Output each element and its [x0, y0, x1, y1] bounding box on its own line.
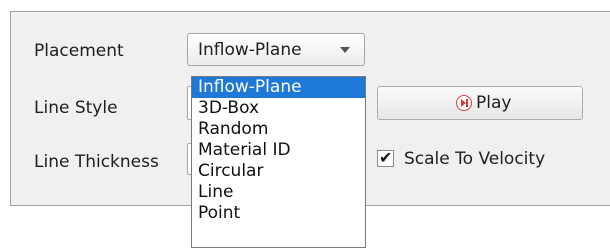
- placement-select[interactable]: Inflow-Plane: [187, 33, 365, 66]
- play-button-label: Play: [476, 93, 512, 113]
- placement-option-random[interactable]: Random: [192, 119, 365, 140]
- placement-option-line[interactable]: Line: [192, 182, 365, 203]
- scale-to-velocity-checkbox[interactable]: ✔: [377, 148, 394, 167]
- scale-to-velocity-label[interactable]: Scale To Velocity: [404, 149, 545, 169]
- placement-select-value: Inflow-Plane: [198, 40, 302, 60]
- placement-option-circular[interactable]: Circular: [192, 161, 365, 182]
- line-style-label: Line Style: [34, 98, 118, 118]
- checkmark-icon: ✔: [379, 148, 393, 167]
- placement-option-3d-box[interactable]: 3D-Box: [192, 98, 365, 119]
- line-thickness-label: Line Thickness: [34, 152, 159, 172]
- play-button[interactable]: Play: [377, 86, 583, 120]
- placement-option-point[interactable]: Point: [192, 203, 365, 224]
- play-pause-icon: [456, 95, 472, 111]
- placement-label: Placement: [34, 41, 124, 61]
- placement-option-inflow-plane[interactable]: Inflow-Plane: [192, 77, 365, 98]
- placement-dropdown-list: Inflow-Plane 3D-Box Random Material ID C…: [191, 76, 366, 248]
- placement-option-material-id[interactable]: Material ID: [192, 140, 365, 161]
- chevron-down-icon: [340, 47, 350, 53]
